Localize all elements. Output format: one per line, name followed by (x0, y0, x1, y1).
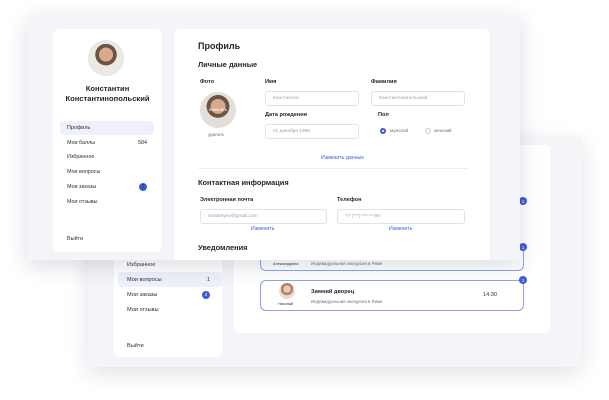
notifications-section-title: Уведомления (198, 243, 248, 252)
notification-subtitle: Индивидуальная экскурсия в Риме (311, 299, 383, 304)
notification-subtitle: Индивидуальная экскурсия в Риме (311, 261, 383, 266)
last-name-label: Фамилия (371, 79, 397, 85)
notification-card[interactable]: 1 Николай Зимний дворец Индивидуальная э… (260, 276, 527, 311)
profile-photo[interactable]: изменить (200, 92, 236, 128)
gender-female-label: женский (434, 128, 452, 133)
contact-section-title: Контактная информация (198, 178, 289, 187)
phone-field[interactable]: +7 (***) ***-**-99 (337, 209, 465, 224)
gender-label: Пол (378, 112, 389, 118)
notification-title: Зимний дворец (311, 289, 355, 295)
sidebar-item-points[interactable]: Мои баллы 584 (60, 136, 154, 150)
birth-date-field[interactable]: 01 декабря 1986 (265, 124, 359, 139)
guide-name: Александрина (273, 262, 299, 266)
sidebar-item-favorites[interactable]: Избранное (60, 150, 154, 164)
page-title: Профиль (198, 41, 241, 51)
photo-label: Фото (200, 79, 215, 85)
sidebar-item-questions[interactable]: Мои вопросы (60, 165, 154, 179)
first-name-value: Константин (273, 96, 299, 101)
sidebar-item-label: Профиль (67, 125, 91, 131)
user-name: Константин Константинопольский (65, 84, 150, 103)
email-value: rsaliantyev@gmail.com (208, 214, 258, 219)
questions-count: 1 (206, 276, 210, 283)
logout-link[interactable]: Выйти (118, 338, 222, 353)
sidebar-item-label: Мои баллы (67, 140, 96, 146)
notification-badge: 1 (519, 276, 527, 284)
sidebar-item-label: Мои заказы (67, 184, 97, 190)
sidebar-item-label: Избранное (67, 154, 95, 160)
sidebar-item-label: Мои заказы (127, 291, 158, 298)
notification-badge: 1 (519, 197, 527, 205)
personal-section-title: Личные данные (198, 60, 258, 69)
phone-label: Телефон (337, 197, 362, 203)
notification-time: 14:30 (483, 292, 497, 298)
notification-badge: 1 (519, 243, 527, 251)
phone-value: +7 (***) ***-**-99 (345, 214, 380, 219)
section-divider (198, 168, 468, 169)
gender-male-radio[interactable] (380, 128, 386, 134)
orders-badge: 2 (202, 290, 210, 299)
sidebar-item-label: Избранное (127, 261, 156, 268)
first-name-label: Имя (265, 79, 277, 85)
birth-date-label: Дата рождения (265, 112, 307, 118)
sidebar-item-reviews[interactable]: Мои отзывы (118, 302, 222, 317)
edit-email-link[interactable]: Изменить (251, 226, 274, 232)
sidebar-item-label: Мои вопросы (127, 276, 162, 283)
sidebar-item-label: Мои отзывы (67, 199, 98, 205)
birth-date-value: 01 декабря 1986 (273, 129, 310, 134)
logout-link[interactable]: Выйти (67, 236, 83, 242)
first-name-field[interactable]: Константин (265, 91, 359, 106)
sidebar-item-orders[interactable]: Мои заказы 2 (60, 180, 154, 194)
photo-overlay-text: изменить (208, 107, 228, 112)
edit-phone-link[interactable]: Изменить (389, 226, 412, 232)
logout-label: Выйти (127, 342, 144, 349)
gender-female-radio[interactable] (425, 128, 431, 134)
last-name-field[interactable]: Константинопольский (371, 91, 465, 106)
sidebar-item-label: Мои вопросы (67, 169, 101, 175)
edit-personal-link[interactable]: Изменить данных (321, 155, 364, 161)
sidebar-item-questions[interactable]: Мои вопросы 1 (118, 272, 222, 287)
back-sidebar: Избранное Мои вопросы 1 Мои заказы 2 Мои… (114, 245, 222, 357)
points-count: 584 (138, 140, 147, 146)
guide-name: Николай (278, 302, 294, 306)
guide-avatar (279, 283, 295, 299)
sidebar-item-profile[interactable]: Профиль (60, 121, 154, 135)
sidebar-item-reviews[interactable]: Мои отзывы (60, 195, 154, 209)
user-avatar (88, 40, 124, 76)
sidebar-item-orders[interactable]: Мои заказы 2 (118, 287, 222, 302)
orders-badge: 2 (139, 183, 147, 191)
sidebar-item-label: Мои отзывы (127, 306, 159, 313)
last-name-value: Константинопольский (379, 96, 428, 101)
email-label: Электронная почта (200, 197, 254, 203)
gender-male-label: мужской (390, 128, 409, 133)
email-field[interactable]: rsaliantyev@gmail.com (200, 209, 327, 224)
delete-photo-link[interactable]: удалить (208, 132, 224, 137)
